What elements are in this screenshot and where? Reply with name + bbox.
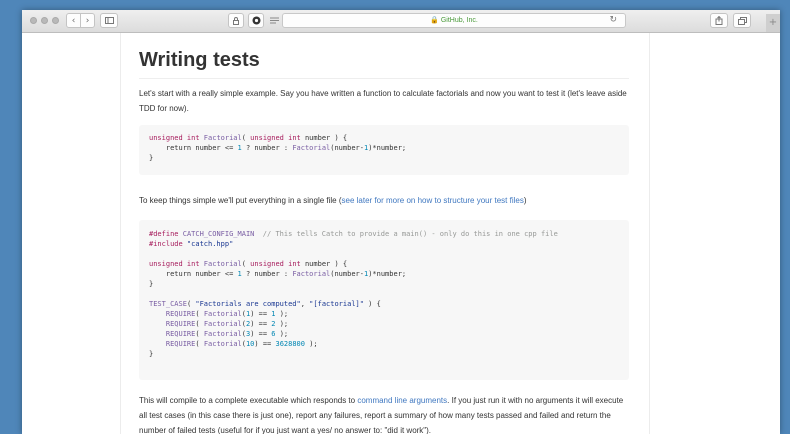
sidebar-icon <box>104 17 114 24</box>
code-line: } <box>149 280 154 288</box>
code-line: REQUIRE( Factorial(10) == 3628800 ); <box>165 340 318 348</box>
address-text-wrap: 🔒 GitHub, Inc. <box>283 16 625 24</box>
page-content: Writing tests Let's start with a really … <box>22 33 780 434</box>
zoom-window-button[interactable] <box>52 17 59 24</box>
code-line: unsigned int Factorial( unsigned int num… <box>149 134 348 142</box>
tabs-icon <box>737 16 747 25</box>
code-line: TEST_CASE( "Factorials are computed", "[… <box>149 300 381 308</box>
browser-toolbar: ‹ › 🔒 GitHub, Inc. ↻ + <box>22 10 780 33</box>
privacy-icon <box>233 16 239 25</box>
intro-paragraph: Let's start with a really simple example… <box>139 89 627 113</box>
sidebar-button[interactable] <box>100 13 118 28</box>
share-icon <box>715 16 723 25</box>
browser-window: ‹ › 🔒 GitHub, Inc. ↻ + Writing tests Let… <box>22 10 780 434</box>
minimize-window-button[interactable] <box>41 17 48 24</box>
back-button[interactable]: ‹ <box>66 13 81 28</box>
extension-icon <box>252 16 260 25</box>
address-bar[interactable]: 🔒 GitHub, Inc. ↻ <box>282 13 626 28</box>
code-line: unsigned int Factorial( unsigned int num… <box>149 260 348 268</box>
reader-button[interactable] <box>267 13 281 28</box>
structure-test-files-link[interactable]: see later for more on how to structure y… <box>342 196 524 205</box>
reload-icon[interactable]: ↻ <box>609 15 617 25</box>
extension-button[interactable] <box>248 13 264 28</box>
chevron-right-icon: › <box>85 15 90 26</box>
code-line: #include "catch.hpp" <box>149 240 234 248</box>
code-line: REQUIRE( Factorial(3) == 6 ); <box>165 330 289 338</box>
address-text: GitHub, Inc. <box>440 17 478 24</box>
share-button[interactable] <box>710 13 728 28</box>
tabs-overview-button[interactable] <box>733 13 751 28</box>
code-line: } <box>149 154 154 162</box>
forward-button[interactable]: › <box>80 13 95 28</box>
page-heading: Writing tests <box>139 48 629 79</box>
lock-icon: 🔒 <box>430 17 439 24</box>
compile-paragraph: This will compile to a complete executab… <box>139 396 624 434</box>
new-tab-button[interactable]: + <box>766 14 780 32</box>
code-line: } <box>149 350 154 358</box>
readme-article: Writing tests Let's start with a really … <box>120 33 650 434</box>
privacy-button[interactable] <box>228 13 244 28</box>
code-block-test-case: #define CATCH_CONFIG_MAIN // This tells … <box>139 220 629 380</box>
single-file-paragraph: To keep things simple we'll put everythi… <box>139 196 527 205</box>
command-line-arguments-link[interactable]: command line arguments <box>357 396 447 405</box>
close-window-button[interactable] <box>30 17 37 24</box>
code-line: REQUIRE( Factorial(1) == 1 ); <box>165 310 289 318</box>
code-block-factorial: unsigned int Factorial( unsigned int num… <box>139 125 629 175</box>
reader-icon <box>269 17 279 24</box>
code-line: return number <= 1 ? number : Factorial(… <box>149 144 407 152</box>
chevron-left-icon: ‹ <box>71 15 76 26</box>
code-line: return number <= 1 ? number : Factorial(… <box>149 270 407 278</box>
code-line: REQUIRE( Factorial(2) == 2 ); <box>165 320 289 328</box>
plus-icon: + <box>768 17 778 28</box>
code-line: #define CATCH_CONFIG_MAIN // This tells … <box>149 230 558 238</box>
